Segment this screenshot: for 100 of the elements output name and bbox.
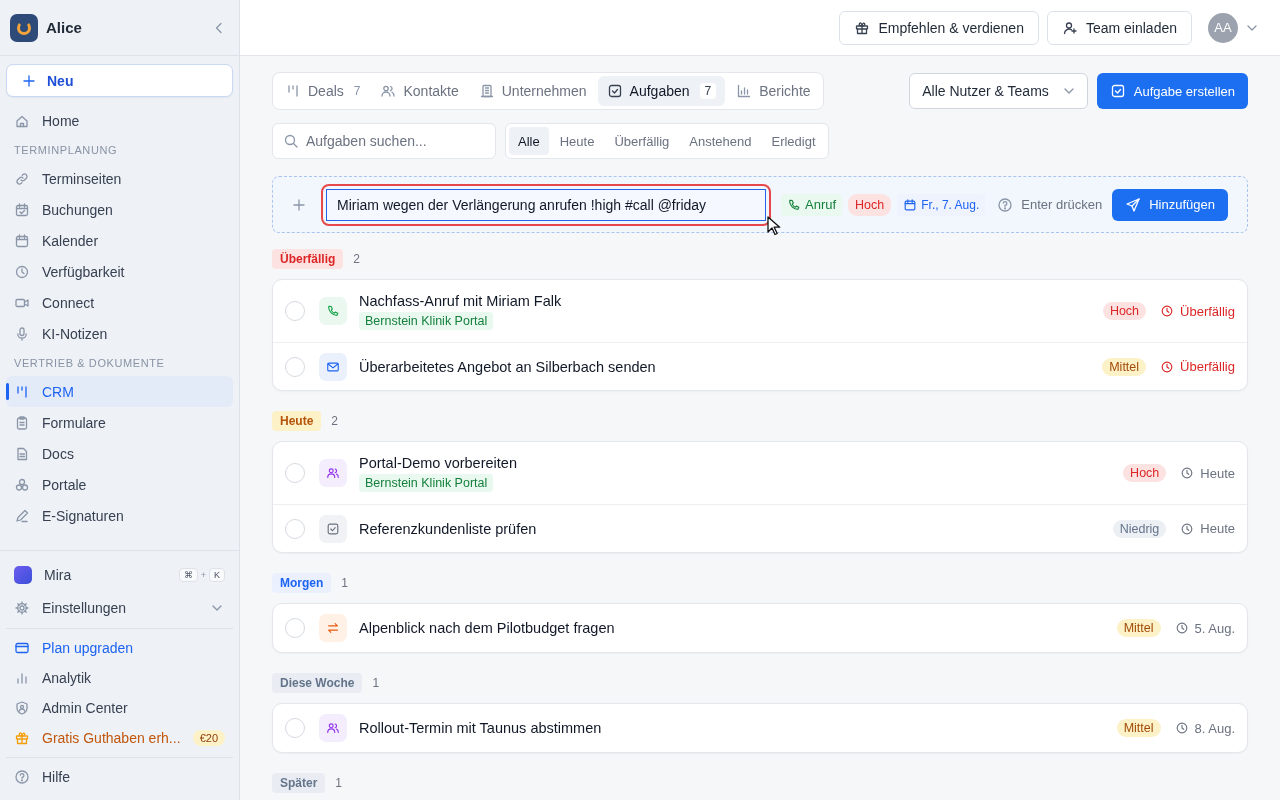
send-icon bbox=[1125, 196, 1142, 213]
tab[interactable]: Kontakte bbox=[371, 76, 468, 106]
nav-item[interactable]: Analytik bbox=[6, 663, 233, 693]
filter-tab[interactable]: Anstehend bbox=[680, 127, 761, 155]
filter-tab[interactable]: Erledigt bbox=[762, 127, 825, 155]
assistant-item[interactable]: Mira ⌘ + K bbox=[6, 558, 233, 591]
link-icon bbox=[14, 170, 30, 187]
nav-item[interactable]: Home bbox=[6, 105, 233, 136]
referral-button[interactable]: Empfehlen & verdienen bbox=[839, 10, 1039, 45]
project-tag: Bernstein Klinik Portal bbox=[359, 311, 494, 330]
building-icon bbox=[478, 83, 495, 99]
task-title: Rollout-Termin mit Taunus abstimmen bbox=[359, 720, 602, 736]
users-icon bbox=[380, 83, 397, 99]
nav-item[interactable]: Portale bbox=[6, 469, 233, 500]
tab-count: 7 bbox=[699, 83, 717, 99]
nav-item[interactable]: Connect bbox=[6, 287, 233, 318]
nav-item[interactable]: Verfügbarkeit bbox=[6, 256, 233, 287]
nav-item[interactable]: CRM bbox=[6, 376, 233, 407]
tab[interactable]: Berichte bbox=[727, 76, 820, 106]
task-title: Überarbeitetes Angebot an Silberbach senden bbox=[359, 358, 656, 375]
filter-tab[interactable]: Alle bbox=[509, 127, 549, 155]
help-item[interactable]: Hilfe bbox=[6, 762, 233, 792]
group-label: Morgen bbox=[272, 573, 332, 593]
new-button[interactable]: Neu bbox=[6, 64, 233, 97]
task-title: Nachfass-Anruf mit Miriam Falk bbox=[359, 292, 562, 309]
nav-item[interactable]: Formulare bbox=[6, 407, 233, 438]
help-icon bbox=[14, 769, 30, 785]
phone-icon bbox=[787, 197, 801, 212]
date-chip: Fr., 7. Aug. bbox=[897, 193, 986, 216]
clock-icon bbox=[1180, 466, 1195, 480]
priority-badge: Hoch bbox=[1102, 302, 1147, 320]
search-icon bbox=[283, 133, 299, 149]
task-input[interactable]: Miriam wegen der Verlängerung anrufen !high #call @friday bbox=[326, 188, 766, 221]
hint-text: Enter drücken bbox=[1021, 197, 1103, 212]
filter-tab[interactable]: Überfällig bbox=[605, 127, 679, 155]
circles-icon bbox=[14, 476, 30, 493]
pen-icon bbox=[14, 507, 30, 524]
nav-item[interactable]: Gratis Guthaben erh... €20 bbox=[6, 723, 233, 753]
keyboard-key: K bbox=[209, 567, 225, 582]
group-label: Heute bbox=[272, 411, 322, 431]
task-title: Referenzkundenliste prüfen bbox=[359, 520, 537, 537]
nav-item[interactable]: Kalender bbox=[6, 225, 233, 256]
tab[interactable]: Aufgaben 7 bbox=[597, 76, 726, 106]
search-field[interactable]: Aufgaben suchen... bbox=[272, 123, 496, 159]
add-button[interactable]: Hinzufügen bbox=[1112, 188, 1228, 221]
tab[interactable]: Unternehmen bbox=[469, 76, 596, 106]
keyboard-key: ⌘ bbox=[178, 567, 198, 582]
gift-icon bbox=[14, 730, 30, 746]
clock-icon bbox=[1160, 304, 1175, 318]
nav-item[interactable]: Plan upgraden bbox=[6, 633, 233, 663]
checkbox-icon bbox=[606, 83, 623, 99]
group-label: Diese Woche bbox=[272, 673, 363, 693]
logo-icon bbox=[10, 13, 38, 42]
priority-badge: Mittel bbox=[1116, 619, 1161, 637]
priority-badge: Hoch bbox=[1123, 464, 1167, 482]
clock-icon bbox=[1180, 521, 1195, 536]
workspace-name: Alice bbox=[46, 19, 83, 36]
nav-item[interactable]: Admin Center bbox=[6, 693, 233, 723]
tab[interactable]: Deals 7 bbox=[276, 76, 370, 106]
credit-card-icon bbox=[14, 640, 30, 656]
group-count: 1 bbox=[341, 576, 349, 590]
group-count: 1 bbox=[335, 776, 343, 790]
credit-badge: €20 bbox=[192, 730, 225, 746]
due-date: Überfällig bbox=[1180, 303, 1235, 319]
task-checkbox[interactable] bbox=[285, 718, 305, 738]
due-date: Überfällig bbox=[1180, 359, 1235, 374]
task-checkbox[interactable] bbox=[285, 356, 305, 377]
invite-button[interactable]: Team einladen bbox=[1046, 10, 1192, 45]
nav-item[interactable]: E-Signaturen bbox=[6, 500, 233, 531]
owner-dropdown[interactable]: Alle Nutzer & Teams bbox=[909, 73, 1088, 109]
group-count: 2 bbox=[331, 414, 339, 428]
nav-item[interactable]: Docs bbox=[6, 438, 233, 469]
task-checkbox[interactable] bbox=[285, 518, 305, 539]
type-chip: Anruf bbox=[781, 193, 843, 216]
task-checkbox[interactable] bbox=[285, 301, 305, 321]
bar-chart-icon bbox=[736, 83, 753, 99]
nav-item[interactable]: Terminseiten bbox=[6, 163, 233, 194]
gift-icon bbox=[854, 19, 871, 36]
task-title: Alpenblick nach dem Pilotbudget fragen bbox=[359, 620, 615, 636]
settings-item[interactable]: Einstellungen bbox=[6, 591, 233, 624]
task-title: Portal-Demo vorbereiten bbox=[359, 454, 517, 471]
calendar-icon bbox=[903, 197, 918, 212]
calendar-icon bbox=[14, 232, 30, 249]
priority-badge: Mittel bbox=[1116, 719, 1161, 737]
nav-item[interactable]: KI-Notizen bbox=[6, 318, 233, 349]
help-icon bbox=[997, 196, 1014, 213]
filter-tab[interactable]: Heute bbox=[550, 127, 604, 155]
checkbox-icon bbox=[1109, 83, 1126, 99]
due-date: Heute bbox=[1200, 521, 1235, 536]
nav-item[interactable]: Buchungen bbox=[6, 194, 233, 225]
plus-sign: + bbox=[200, 569, 206, 580]
task-checkbox[interactable] bbox=[285, 463, 305, 483]
task-checkbox[interactable] bbox=[285, 618, 305, 638]
clock-icon bbox=[1174, 721, 1189, 735]
clock-icon bbox=[1174, 621, 1189, 635]
group-count: 1 bbox=[372, 676, 380, 690]
user-plus-icon bbox=[1061, 19, 1078, 36]
section-heading: VERTRIEB & DOKUMENTE bbox=[13, 355, 166, 371]
create-task-button[interactable]: Aufgabe erstellen bbox=[1096, 73, 1248, 109]
priority-chip: Hoch bbox=[848, 193, 892, 216]
